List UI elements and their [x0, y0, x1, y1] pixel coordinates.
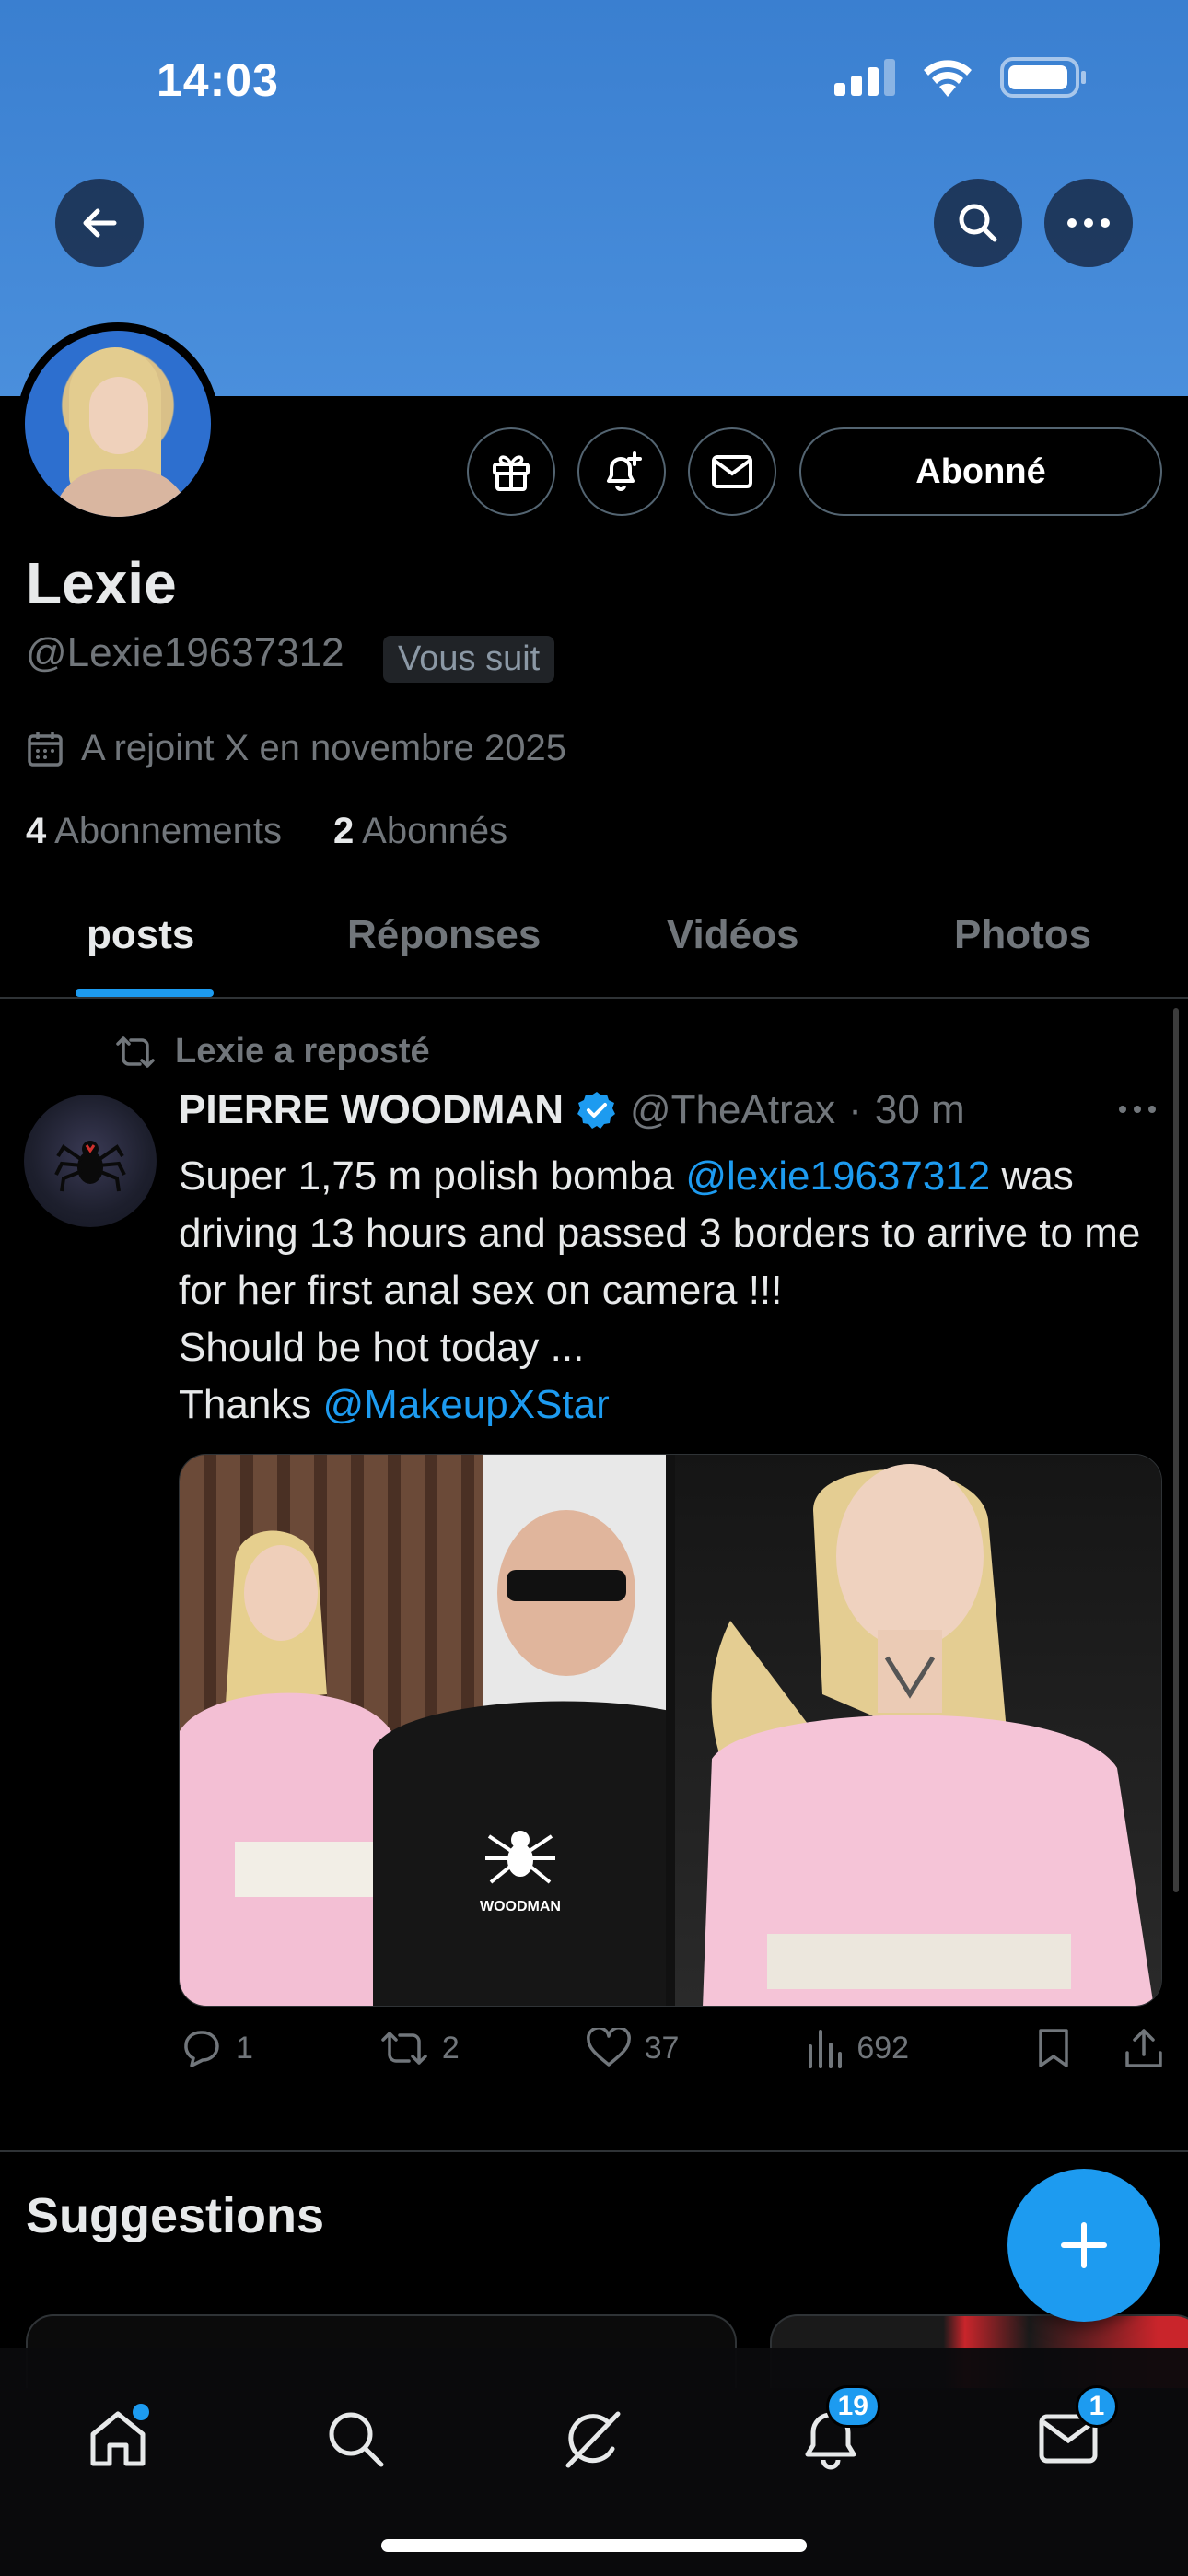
- section-divider: [0, 2150, 1188, 2152]
- suggestions-title: Suggestions: [26, 2188, 325, 2243]
- gift-icon: [493, 455, 530, 491]
- battery-icon: [1000, 57, 1086, 98]
- notifications-badge: 19: [825, 2385, 880, 2428]
- followers-count: 2: [333, 811, 355, 851]
- profile-name: Lexie: [26, 550, 177, 616]
- envelope-icon: [712, 455, 752, 488]
- notify-button[interactable]: [577, 427, 666, 516]
- active-tab-indicator: [76, 989, 214, 997]
- repost-icon: [381, 2032, 427, 2065]
- profile-handle: @Lexie19637312: [26, 630, 344, 675]
- messages-badge: 1: [1076, 2385, 1118, 2428]
- heart-icon: [586, 2028, 631, 2067]
- status-time: 14:03: [157, 54, 279, 106]
- bookmark-icon[interactable]: [1035, 2027, 1072, 2069]
- followers-link[interactable]: 2 Abonnés: [333, 811, 507, 852]
- post-meta-dot: ·: [848, 1087, 862, 1132]
- mention-link[interactable]: @lexie19637312: [685, 1153, 990, 1199]
- nav-notifications[interactable]: 19: [785, 2385, 880, 2485]
- spider-icon: [54, 1141, 126, 1192]
- tab-photos[interactable]: Photos: [954, 912, 1091, 958]
- views-count: 692: [856, 2030, 910, 2066]
- more-button[interactable]: [1044, 179, 1133, 267]
- like-count: 37: [644, 2030, 680, 2066]
- more-dots-icon: [1067, 218, 1110, 228]
- signal-icon: [834, 59, 895, 96]
- gift-button[interactable]: [467, 427, 555, 516]
- post-text-part-1: Super 1,75 m polish bomba: [179, 1153, 686, 1199]
- nav-search[interactable]: [309, 2393, 402, 2485]
- arrow-left-icon: [83, 208, 117, 238]
- joined-text: A rejoint X en novembre 2025: [81, 728, 567, 768]
- grok-icon: [565, 2411, 621, 2468]
- nav-home[interactable]: [72, 2393, 164, 2485]
- joined-date: A rejoint X en novembre 2025: [26, 728, 566, 769]
- post-media: WOODMAN: [179, 1454, 1162, 2007]
- reply-count: 1: [236, 2030, 253, 2066]
- calendar-icon: [28, 732, 63, 767]
- repost-label: Lexie a reposté: [175, 1032, 430, 1071]
- search-icon: [959, 204, 997, 242]
- post-header: PIERRE WOODMAN @TheAtrax · 30 m: [179, 1087, 965, 1133]
- repost-indicator: Lexie a reposté: [114, 1032, 430, 1071]
- search-button[interactable]: [934, 179, 1022, 267]
- repost-button[interactable]: 2: [379, 2029, 460, 2067]
- repost-count: 2: [441, 2030, 460, 2066]
- following-link[interactable]: 4 Abonnements: [26, 811, 282, 852]
- post-author-avatar[interactable]: [24, 1095, 157, 1227]
- compose-button[interactable]: [1007, 2169, 1160, 2322]
- share-icon[interactable]: [1124, 2027, 1164, 2069]
- profile-tabs: posts Réponses Vidéos Photos: [0, 903, 1188, 999]
- like-button[interactable]: 37: [586, 2028, 680, 2068]
- shirt-text: WOODMAN: [480, 1899, 561, 1914]
- nav-grok[interactable]: [547, 2393, 639, 2485]
- tab-videos[interactable]: Vidéos: [667, 912, 798, 958]
- home-indicator: [381, 2539, 807, 2552]
- bell-plus-icon: [607, 451, 642, 491]
- back-button[interactable]: [55, 179, 144, 267]
- post-text: Super 1,75 m polish bomba @lexie19637312…: [179, 1148, 1164, 1434]
- views-button[interactable]: 692: [805, 2028, 909, 2068]
- follows-you-badge: Vous suit: [383, 636, 555, 683]
- status-icons: [834, 57, 1087, 98]
- tab-replies[interactable]: Réponses: [347, 912, 541, 958]
- post-actions: 1 2 37 692: [179, 2027, 1164, 2069]
- followers-label: Abonnés: [362, 811, 508, 851]
- views-bar-chart-icon: [809, 2030, 843, 2068]
- post-author-name[interactable]: PIERRE WOODMAN: [179, 1087, 564, 1133]
- verified-badge-icon: [577, 1092, 615, 1129]
- post-photo-right[interactable]: [675, 1455, 1161, 2006]
- more-dots-icon: [1119, 1106, 1156, 1113]
- following-count: 4: [26, 811, 47, 851]
- post-author-handle[interactable]: @TheAtrax: [630, 1087, 835, 1133]
- post-more-button[interactable]: [1118, 1102, 1157, 1118]
- message-button[interactable]: [688, 427, 776, 516]
- following-label: Abonnements: [54, 811, 282, 851]
- profile-avatar[interactable]: [17, 322, 219, 525]
- nav-messages[interactable]: 1: [1022, 2385, 1118, 2485]
- post-photo-left[interactable]: WOODMAN: [180, 1455, 666, 2006]
- following-button[interactable]: Abonné: [799, 427, 1162, 516]
- wifi-icon: [924, 60, 972, 97]
- mention-link[interactable]: @MakeupXStar: [323, 1382, 610, 1427]
- reply-icon: [184, 2031, 219, 2067]
- home-unread-dot: [133, 2404, 149, 2420]
- post-text-part-4: Thanks: [179, 1382, 323, 1427]
- search-icon: [329, 2412, 384, 2467]
- plus-icon: [1061, 2222, 1107, 2268]
- reply-button[interactable]: 1: [179, 2027, 253, 2069]
- post-text-part-3: Should be hot today ...: [179, 1325, 585, 1370]
- avatar-image: [25, 331, 211, 517]
- repost-icon: [116, 1036, 155, 1068]
- scrollbar[interactable]: [1173, 1008, 1179, 1892]
- post-time: 30 m: [874, 1087, 965, 1132]
- tab-posts[interactable]: posts: [87, 912, 194, 958]
- follow-counts: 4 Abonnements 2 Abonnés: [26, 811, 507, 852]
